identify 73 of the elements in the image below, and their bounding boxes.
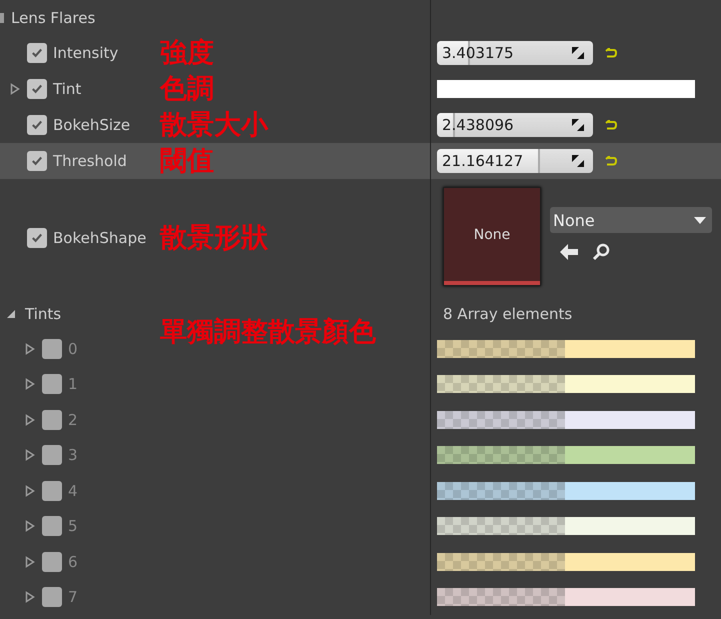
reset-icon[interactable]	[605, 156, 617, 166]
checkbox[interactable]	[42, 516, 62, 536]
color-swatch[interactable]	[437, 340, 695, 358]
property-row[interactable]: Threshold 閾值 21.164127	[0, 143, 721, 179]
reset-icon[interactable]	[605, 48, 617, 58]
property-label: Threshold	[53, 152, 127, 170]
check-icon	[30, 118, 44, 132]
array-count: 8 Array elements	[443, 304, 572, 322]
asset-dropdown[interactable]: None	[550, 207, 712, 233]
checkbox[interactable]	[27, 43, 47, 63]
color-swatch[interactable]	[437, 375, 695, 394]
element-index: 4	[68, 482, 78, 500]
checkbox[interactable]	[42, 445, 62, 466]
annotation: 色調	[160, 76, 214, 102]
check-icon	[30, 46, 44, 60]
color-swatch[interactable]	[437, 552, 695, 571]
property-label: BokehShape	[53, 228, 146, 246]
number-slider[interactable]: 21.164127	[437, 149, 593, 173]
property-label: Intensity	[53, 44, 118, 62]
color-swatch[interactable]	[437, 588, 695, 606]
expand-arrow-icon[interactable]	[24, 591, 34, 604]
checkbox[interactable]	[27, 79, 47, 99]
color-swatch[interactable]	[437, 517, 695, 536]
checkbox[interactable]	[42, 480, 62, 501]
check-icon	[30, 82, 44, 96]
element-index: 7	[68, 588, 78, 606]
check-icon	[30, 154, 44, 168]
checkbox[interactable]	[42, 587, 62, 608]
expand-arrow-icon[interactable]	[24, 449, 34, 462]
expand-arrow-icon[interactable]	[24, 556, 34, 568]
checkbox[interactable]	[27, 228, 47, 248]
annotation: 散景大小	[160, 112, 268, 138]
color-swatch[interactable]	[437, 410, 695, 429]
annotation: 散景形狀	[160, 224, 268, 251]
annotation: 單獨調整散景顏色	[160, 318, 376, 346]
property-label: Tint	[53, 80, 82, 98]
asset-thumbnail[interactable]: None	[443, 187, 541, 286]
drag-icon	[571, 118, 585, 132]
arrow-left-icon[interactable]	[560, 244, 578, 260]
caret-icon	[694, 216, 706, 224]
reset-icon[interactable]	[605, 120, 617, 130]
drag-icon	[571, 46, 585, 60]
expand-arrow-icon[interactable]	[24, 484, 34, 497]
annotation: 強度	[160, 40, 214, 66]
drag-icon	[571, 154, 585, 168]
checkbox[interactable]	[27, 115, 47, 135]
checkbox[interactable]	[42, 338, 62, 359]
element-index: 3	[68, 446, 78, 464]
element-index: 5	[68, 517, 78, 536]
color-swatch[interactable]	[437, 80, 695, 98]
checkbox[interactable]	[42, 410, 62, 430]
element-index: 2	[68, 410, 78, 429]
expand-arrow-icon[interactable]	[6, 308, 16, 318]
expand-arrow-icon[interactable]	[10, 83, 20, 95]
checkbox[interactable]	[42, 374, 62, 394]
property-label: BokehSize	[53, 116, 130, 134]
expand-arrow-icon[interactable]	[24, 520, 34, 532]
element-index: 0	[68, 340, 78, 358]
color-swatch[interactable]	[437, 446, 695, 464]
element-index: 1	[68, 375, 78, 394]
checkbox[interactable]	[27, 151, 47, 171]
expand-arrow-icon[interactable]	[24, 378, 34, 390]
search-icon[interactable]	[592, 243, 610, 261]
expand-arrow-icon[interactable]	[24, 342, 34, 355]
expand-arrow-icon[interactable]	[24, 414, 34, 426]
number-slider[interactable]: 3.403175	[437, 41, 593, 65]
annotation: 閾值	[160, 148, 214, 174]
array-label: Tints	[25, 304, 62, 322]
color-swatch[interactable]	[437, 482, 695, 500]
section-title[interactable]: Lens Flares	[11, 8, 96, 26]
checkbox[interactable]	[42, 552, 62, 572]
number-slider[interactable]: 2.438096	[437, 113, 593, 137]
element-index: 6	[68, 552, 78, 571]
